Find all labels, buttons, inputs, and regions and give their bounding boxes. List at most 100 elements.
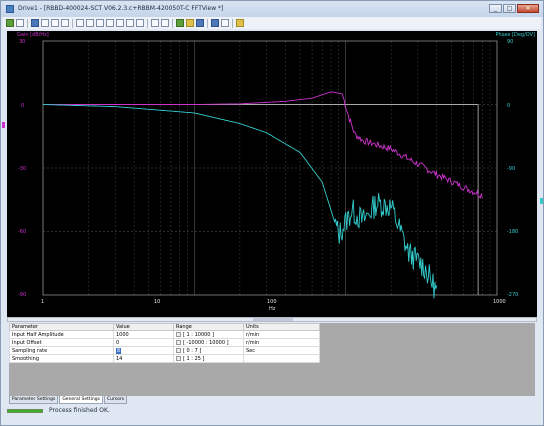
right-tick-label: -270 <box>507 292 519 298</box>
tab-parameter-settings[interactable]: Parameter Settings <box>9 396 59 404</box>
range-reset-button[interactable] <box>176 339 181 345</box>
grid-icon[interactable] <box>221 19 229 27</box>
param-name: Input Offset <box>9 338 114 347</box>
help-icon[interactable] <box>236 19 244 27</box>
save-icon[interactable] <box>31 19 39 27</box>
param-units: Sec <box>243 346 320 355</box>
scrollbar-thumb[interactable] <box>253 318 293 321</box>
param-value-selected[interactable]: 8 <box>116 347 122 354</box>
range-reset-button[interactable] <box>176 331 181 337</box>
range-reset-button[interactable] <box>176 347 181 353</box>
crosshair-icon[interactable] <box>161 19 169 27</box>
range-text: [ 1 : 10000 ] <box>183 331 215 338</box>
param-value-input[interactable]: 8 <box>113 346 174 355</box>
status-bar: Process finished OK. <box>1 404 543 425</box>
print-icon[interactable] <box>76 19 84 27</box>
app-window: Drive1 - [RBBD-400024-SCT V06.2.3.c+RBBM… <box>0 0 544 426</box>
toolbar-separator <box>172 18 173 28</box>
right-cursor-marker[interactable] <box>540 198 543 204</box>
gain-trace <box>43 91 483 200</box>
x-tick-label: 1 <box>41 299 45 305</box>
right-tick-label: 90 <box>507 39 514 45</box>
left-cursor-marker[interactable] <box>2 122 5 128</box>
toolbar-separator <box>232 18 233 28</box>
maximize-button[interactable]: □ <box>503 4 516 13</box>
x-tick-label: 1000 <box>493 299 506 305</box>
filter-icon[interactable] <box>6 19 14 27</box>
close-button[interactable]: ✕ <box>517 4 539 13</box>
left-tick-label: -90 <box>18 292 27 298</box>
param-value-input[interactable]: 14 <box>113 354 174 363</box>
title-bar: Drive1 - [RBBD-400024-SCT V06.2.3.c+RBBM… <box>1 1 543 17</box>
left-axis-title: Gain [dB/Hz] <box>17 32 49 38</box>
right-tick-label: -90 <box>507 166 516 172</box>
param-name: Smoothing <box>9 354 114 363</box>
column-header-parameter: Parameter <box>9 323 114 331</box>
zoom-in-icon[interactable] <box>86 19 94 27</box>
param-units: r/min <box>243 330 320 339</box>
left-tick-label: -30 <box>18 166 27 172</box>
copy-icon[interactable] <box>51 19 59 27</box>
chart-export-icon[interactable] <box>176 19 184 27</box>
x-tick-label: 100 <box>267 299 277 305</box>
table-row: Smoothing 14 [ 1 : 25 ] <box>9 354 320 363</box>
toolbar-separator <box>147 18 148 28</box>
save-plot-icon[interactable] <box>196 19 204 27</box>
param-range: [ 1 : 25 ] <box>173 354 244 363</box>
zoom-y-icon[interactable] <box>126 19 134 27</box>
zoom-fit-icon[interactable] <box>136 19 144 27</box>
tab-general-settings[interactable]: General Settings <box>59 396 103 404</box>
param-range: [ 0 : 7 ] <box>173 346 244 355</box>
filter-clear-icon[interactable] <box>16 19 24 27</box>
zoom-out-icon[interactable] <box>96 19 104 27</box>
open-icon[interactable] <box>186 19 194 27</box>
param-value-input[interactable]: 1000 <box>113 330 174 339</box>
param-units <box>243 354 320 363</box>
progress-fill <box>8 410 42 412</box>
pan-icon[interactable] <box>151 19 159 27</box>
table-row: Sampling rate 8 [ 0 : 7 ] Sec <box>9 346 320 355</box>
param-name: Sampling rate <box>9 346 114 355</box>
progress-bar <box>7 409 43 413</box>
left-tick-label: 30 <box>19 39 26 45</box>
zoom-window-icon[interactable] <box>106 19 114 27</box>
horizontal-scrollbar[interactable] <box>7 317 537 322</box>
settings-icon[interactable] <box>211 19 219 27</box>
window-title: Drive1 - [RBBD-400024-SCT V06.2.3.c+RBBM… <box>18 5 224 12</box>
status-text: Process finished OK. <box>49 407 110 414</box>
table-row: Input Offset 0 [ -10000 : 10000 ] r/min <box>9 338 320 347</box>
left-tick-label: 0 <box>21 103 25 109</box>
parameter-panel: Parameter Value Range Units Input Half A… <box>9 323 535 396</box>
range-text: [ -10000 : 10000 ] <box>183 339 229 346</box>
tab-cursors[interactable]: Cursors <box>103 396 128 404</box>
param-value-input[interactable]: 0 <box>113 338 174 347</box>
app-icon <box>6 5 14 13</box>
zoom-x-icon[interactable] <box>116 19 124 27</box>
param-name: Input Half Amplitude <box>9 330 114 339</box>
param-range: [ -10000 : 10000 ] <box>173 338 244 347</box>
table-row: Input Half Amplitude 1000 [ 1 : 10000 ] … <box>9 330 320 339</box>
paste-icon[interactable] <box>61 19 69 27</box>
minimize-button[interactable]: _ <box>489 4 502 13</box>
parameter-table: Parameter Value Range Units Input Half A… <box>9 323 320 363</box>
range-text: [ 1 : 25 ] <box>183 355 205 362</box>
column-header-units: Units <box>243 323 320 331</box>
param-units: r/min <box>243 338 320 347</box>
range-text: [ 0 : 7 ] <box>183 347 202 354</box>
right-axis-title: Phase [Deg/OV] <box>495 32 535 38</box>
param-range: [ 1 : 10000 ] <box>173 330 244 339</box>
toolbar-separator <box>72 18 73 28</box>
range-reset-button[interactable] <box>176 355 181 361</box>
x-tick-label: 10 <box>154 299 161 305</box>
right-tick-label: 0 <box>507 103 511 109</box>
left-tick-label: -60 <box>18 229 27 235</box>
fft-plot[interactable]: Gain [dB/Hz] Phase [Deg/OV] 30 0 -30 -60… <box>7 31 537 317</box>
new-icon[interactable] <box>41 19 49 27</box>
column-header-value: Value <box>113 323 174 331</box>
bottom-tabs: Parameter Settings General Settings Curs… <box>9 396 128 404</box>
right-tick-label: -180 <box>507 229 519 235</box>
toolbar-separator <box>207 18 208 28</box>
x-axis-unit: Hz <box>269 306 276 312</box>
column-header-range: Range <box>173 323 244 331</box>
toolbar <box>3 17 541 29</box>
